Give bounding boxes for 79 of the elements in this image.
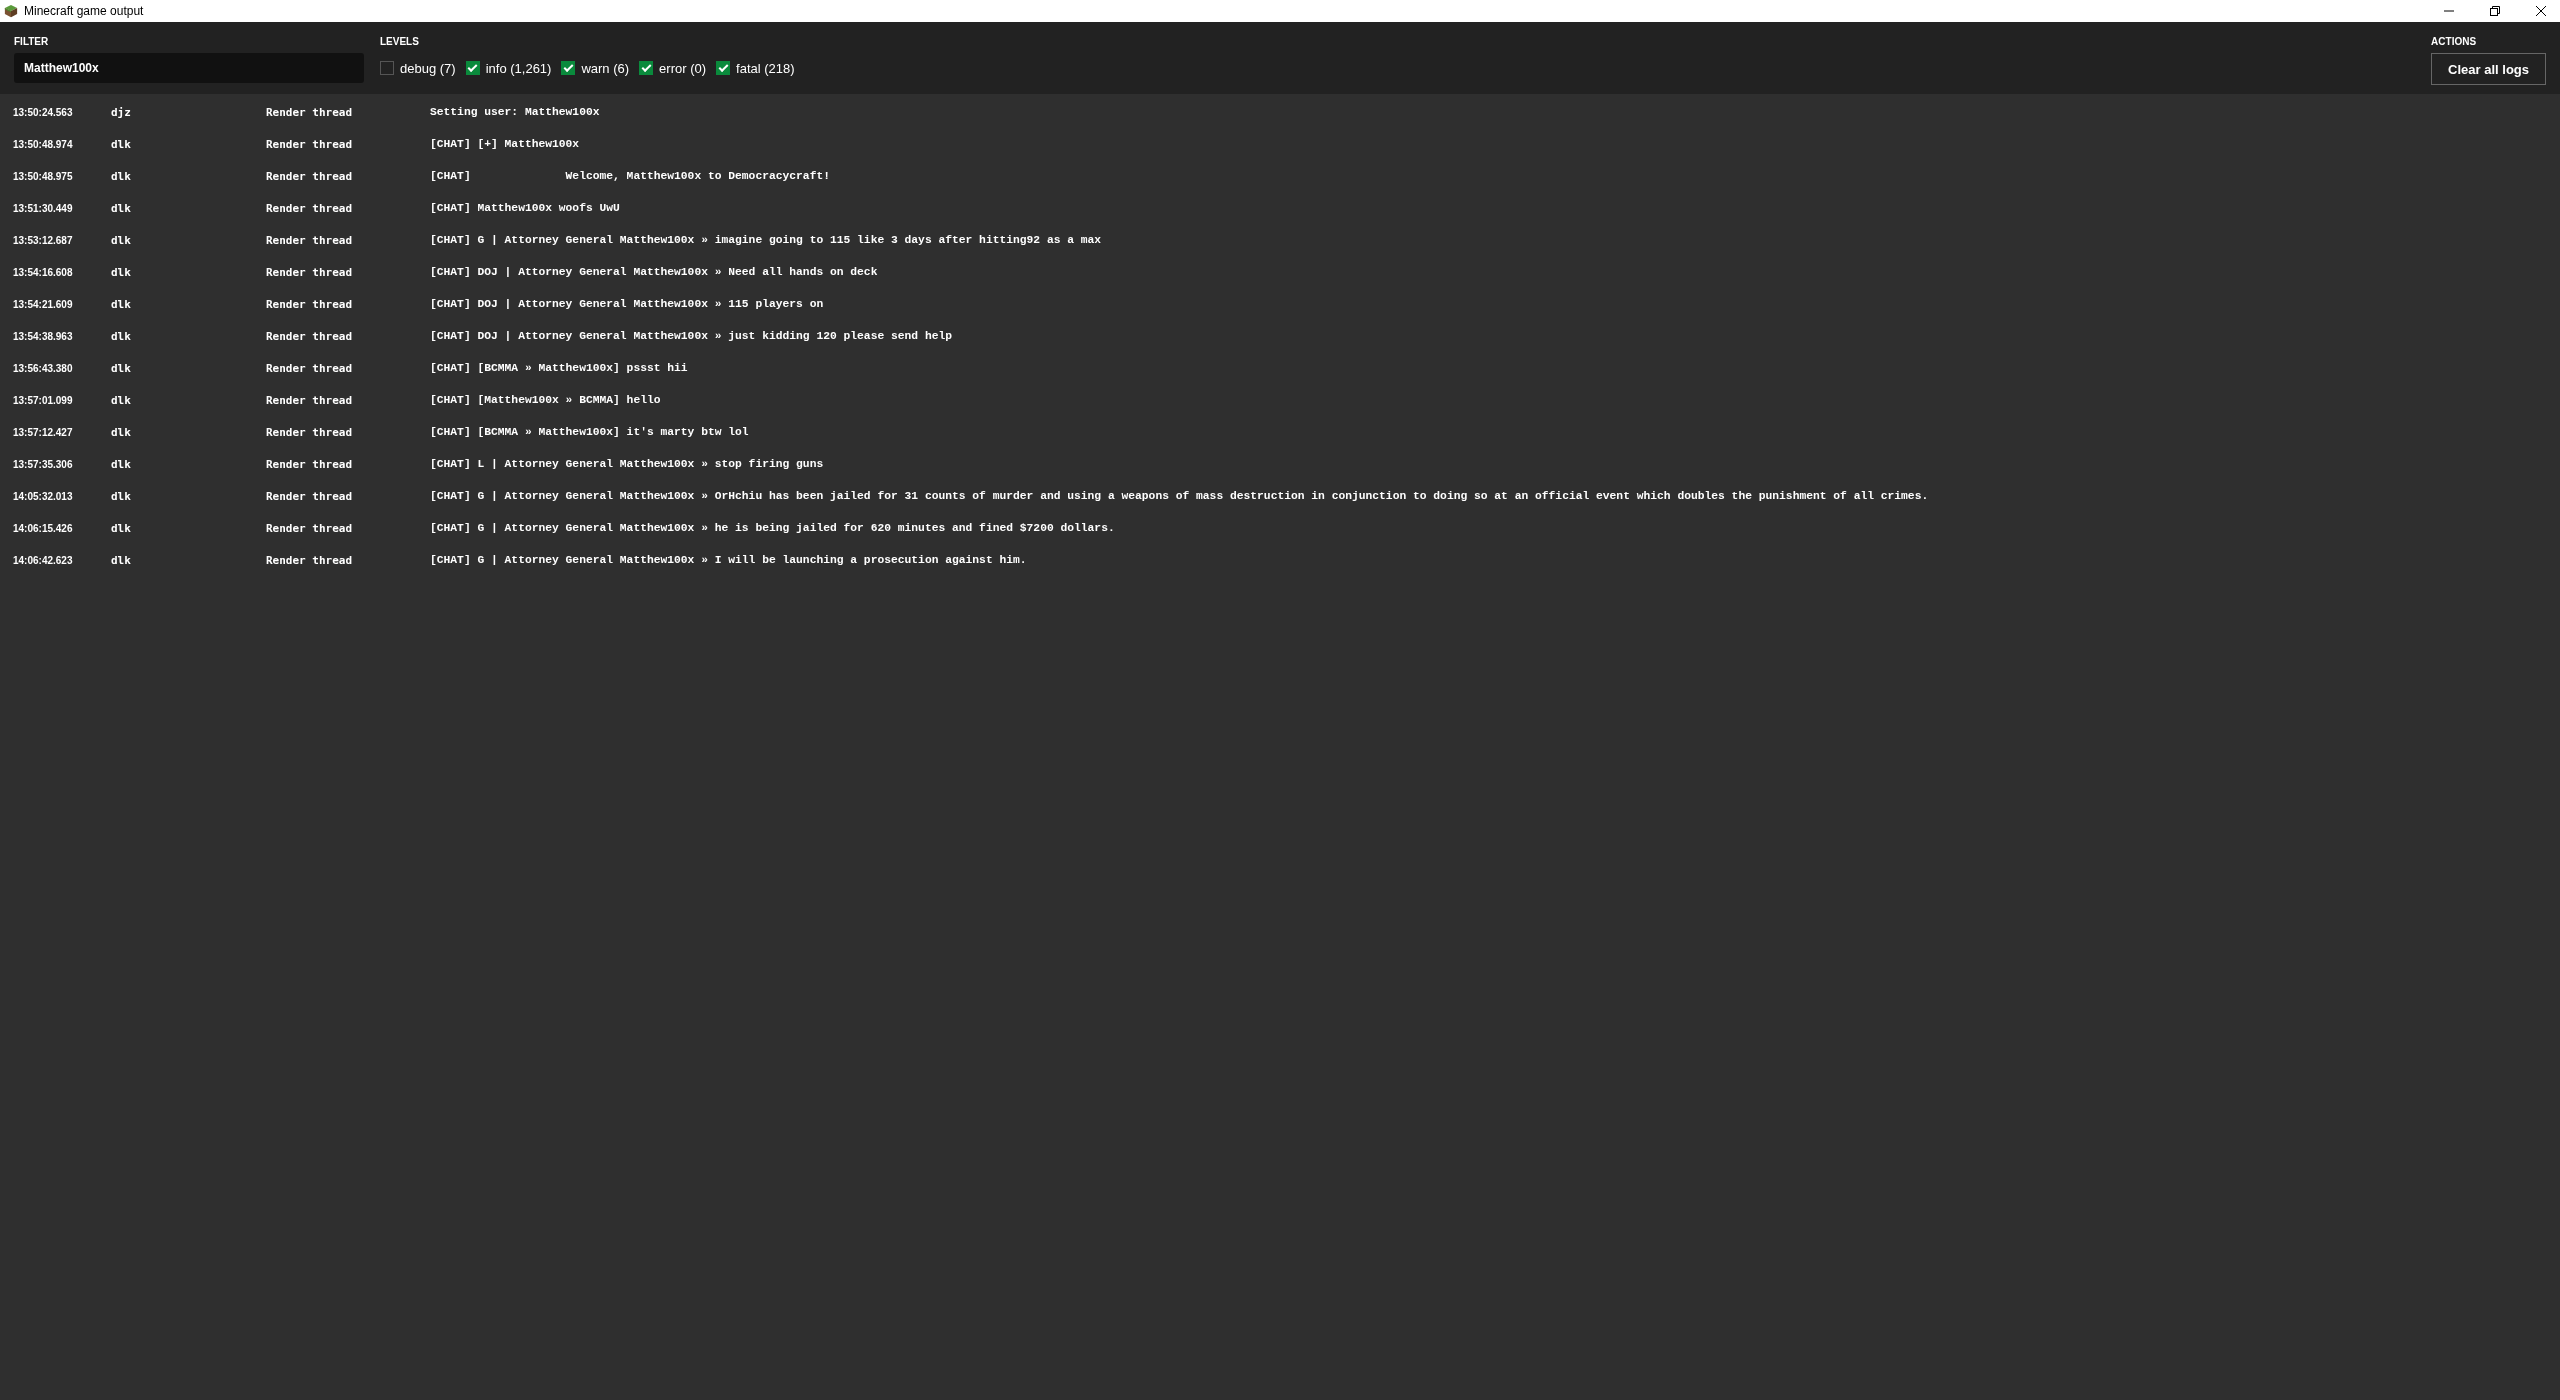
log-logger: dlk (111, 202, 132, 215)
log-logger: dlk (111, 522, 132, 535)
log-message: [CHAT] L | Attorney General Matthew100x » stop firing guns (430, 458, 824, 470)
log-message: Setting user: Matthew100x (430, 106, 600, 118)
filter-field[interactable]: Matthew100x (14, 53, 364, 83)
log-logger: dlk (111, 170, 132, 183)
level-label: error (0) (659, 60, 707, 76)
checkbox[interactable] (380, 61, 394, 75)
log-time: 13:56:43.380 (13, 362, 74, 374)
log-message: [CHAT] [BCMMA » Matthew100x] it's marty btw lol (430, 426, 749, 438)
log-message: [CHAT] [BCMMA » Matthew100x] pssst hii (430, 362, 688, 374)
log-thread: Render thread (266, 138, 354, 151)
log-logger: dlk (111, 298, 132, 311)
checkbox[interactable] (639, 61, 654, 75)
log-logger: dlk (111, 394, 132, 407)
log-time: 13:50:24.563 (13, 106, 74, 118)
log-thread: Render thread (266, 554, 354, 567)
level-label: warn (6) (581, 60, 630, 76)
log-message: [CHAT] Matthew100x woofs UwU (430, 202, 620, 214)
grass-block-icon (4, 4, 18, 18)
log-time: 13:50:48.974 (13, 138, 74, 150)
log-time: 14:05:32.013 (13, 490, 74, 502)
log-logger: dlk (111, 362, 132, 375)
log-logger: dlk (111, 138, 132, 151)
log-message: [CHAT] G | Attorney General Matthew100x » imagine going to 115 like 3 days after hitting92 as a max (430, 234, 1102, 246)
log-thread: Render thread (266, 490, 354, 503)
log-message: [CHAT] [Matthew100x » BCMMA] hello (430, 394, 661, 406)
log-time: 14:06:42.623 (13, 554, 74, 566)
log-thread: Render thread (266, 266, 354, 279)
log-logger: dlk (111, 234, 132, 247)
log-message: [CHAT] G | Attorney General Matthew100x » he is being jailed for 620 minutes and fined $7200 dollars. (430, 522, 1115, 534)
log-time: 13:50:48.975 (13, 170, 74, 182)
log-logger: dlk (111, 554, 132, 567)
level-label: info (1,261) (485, 60, 552, 76)
clear-logs-button[interactable]: Clear all logs (2431, 53, 2546, 85)
log-logger: dlk (111, 426, 132, 439)
restore-icon[interactable] (2490, 6, 2500, 16)
log-time: 13:57:35.306 (13, 458, 74, 470)
close-icon[interactable] (2536, 6, 2546, 16)
log-time: 13:51:30.449 (13, 202, 74, 214)
log-time: 13:54:16.608 (13, 266, 74, 278)
log-time: 13:54:21.609 (13, 298, 74, 310)
log-thread: Render thread (266, 362, 354, 375)
log-thread: Render thread (266, 234, 354, 247)
log-message: [CHAT] Welcome, Matthew100x to Democracycraft! (430, 170, 830, 182)
log-thread: Render thread (266, 522, 354, 535)
log-message: [CHAT] [+] Matthew100x (430, 138, 580, 150)
log-logger: dlk (111, 266, 132, 279)
filter-label: FILTER (14, 36, 50, 47)
log-logger: dlk (111, 330, 132, 343)
checkbox[interactable] (716, 61, 731, 75)
checkbox[interactable] (465, 61, 480, 75)
levels-label: LEVELS (380, 36, 420, 47)
log-logger: dlk (111, 458, 132, 471)
log-thread: Render thread (266, 394, 354, 407)
log-time: 14:06:15.426 (13, 522, 74, 534)
log-message: [CHAT] G | Attorney General Matthew100x » I will be launching a prosecution against him. (430, 554, 1027, 566)
log-logger: djz (111, 106, 132, 119)
log-logger: dlk (111, 490, 132, 503)
actions-label: ACTIONS (2431, 36, 2478, 47)
log-message: [CHAT] DOJ | Attorney General Matthew100x » just kidding 120 please send help (430, 330, 952, 342)
log-thread: Render thread (266, 330, 354, 343)
window-title: Minecraft game output (24, 4, 144, 18)
log-thread: Render thread (266, 106, 354, 119)
log-message: [CHAT] DOJ | Attorney General Matthew100x » 115 players on (430, 298, 824, 310)
log-message: [CHAT] DOJ | Attorney General Matthew100x » Need all hands on deck (430, 266, 878, 278)
log-time: 13:57:01.099 (13, 394, 74, 406)
log-time: 13:53:12.687 (13, 234, 74, 246)
checkbox[interactable] (561, 61, 576, 75)
log-thread: Render thread (266, 298, 354, 311)
log-time: 13:57:12.427 (13, 426, 74, 438)
level-label: fatal (218) (736, 60, 795, 76)
level-label: debug (7) (400, 60, 456, 76)
log-thread: Render thread (266, 202, 354, 215)
log-thread: Render thread (266, 426, 354, 439)
log-time: 13:54:38.963 (13, 330, 74, 342)
log-thread: Render thread (266, 458, 354, 471)
log-message: [CHAT] G | Attorney General Matthew100x » OrHchiu has been jailed for 31 counts of murder and using a weapons of mass destruction in conjunction to doing so at an official event which doubles the punishment of all crimes. (430, 490, 1929, 502)
log-thread: Render thread (266, 170, 354, 183)
